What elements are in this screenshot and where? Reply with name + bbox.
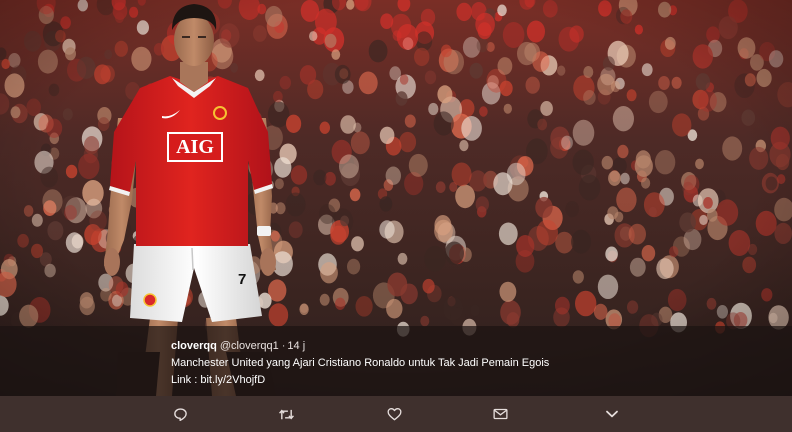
- tweet-link[interactable]: bit.ly/2VhojfD: [200, 374, 265, 386]
- tweet-action-bar: [0, 396, 792, 432]
- reply-button[interactable]: [170, 404, 190, 424]
- like-button[interactable]: [384, 404, 404, 424]
- envelope-icon: [492, 408, 508, 420]
- tweet-header: cloverqq @cloverqq1 · 14 j: [171, 338, 771, 355]
- tweet-link-line: Link : bit.ly/2VhojfD: [171, 372, 771, 389]
- tweet-timestamp[interactable]: 14 j: [287, 340, 305, 352]
- chevron-down-icon: [606, 410, 618, 418]
- shirt-number: 7: [238, 271, 246, 288]
- author-handle[interactable]: @cloverqq1: [220, 340, 279, 352]
- tweet-body: Manchester United yang Ajari Cristiano R…: [171, 357, 550, 369]
- tweet-content: cloverqq @cloverqq1 · 14 j Manchester Unite…: [171, 338, 771, 389]
- club-crest-shorts: [143, 293, 157, 307]
- tweet-media-card: 7 AIG cloverqq @cloverqq1 · 14 j Manches…: [0, 0, 792, 432]
- retweet-icon: [278, 408, 294, 420]
- direct-message-button[interactable]: [490, 404, 510, 424]
- link-label: Link :: [171, 374, 198, 386]
- sponsor-text: AIG: [176, 136, 214, 158]
- reply-icon: [173, 407, 187, 421]
- separator-dot: ·: [281, 340, 286, 352]
- more-options-button[interactable]: [602, 404, 622, 424]
- heart-icon: [387, 408, 401, 421]
- player-head: [174, 14, 214, 66]
- author-display-name[interactable]: cloverqq: [171, 340, 217, 352]
- retweet-button[interactable]: [276, 404, 296, 424]
